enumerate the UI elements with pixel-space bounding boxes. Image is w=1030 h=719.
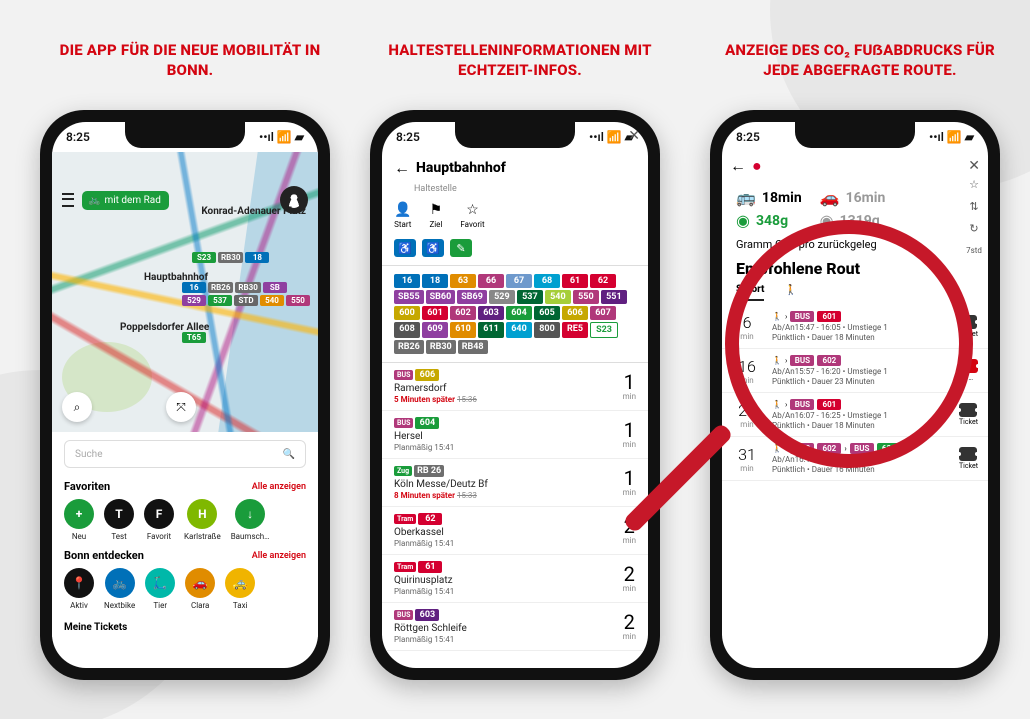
back-icon[interactable]: ←: [394, 158, 410, 178]
ticket-button[interactable]: Ticket: [959, 403, 978, 426]
tab-walk[interactable]: 🚶: [784, 284, 796, 301]
fav-item[interactable]: 🚲Nextbike: [104, 568, 135, 610]
swap-icon[interactable]: ⇅: [966, 198, 982, 214]
phone-2: 8:25 ••ıl 📶 ▰ ✕ ← Hauptbahnhof Haltestel…: [370, 110, 660, 680]
phone-1: 8:25 ••ıl 📶 ▰ 🚲 mit dem Rad Konrad-Adena…: [40, 110, 330, 680]
departure-row[interactable]: ZugRB 26Köln Messe/Deutz Bf8 Minuten spä…: [382, 459, 648, 507]
close-icon[interactable]: ✕: [968, 158, 980, 174]
route-entry[interactable]: 31min🚶›BUS602›BUS632Ab/An16:12 - 16:28 •…: [722, 437, 988, 481]
ticket-button[interactable]: Ticket: [959, 315, 978, 338]
station-title: Hauptbahnhof: [416, 160, 506, 176]
map-badges-1[interactable]: S23RB3018: [192, 252, 312, 263]
departure-row[interactable]: Tram61QuirinusplatzPlanmäßig 15:412min: [382, 555, 648, 603]
fav-item[interactable]: +Neu: [64, 499, 94, 541]
ticket-button[interactable]: T…: [960, 359, 978, 382]
phone-3: 8:25 ••ıl 📶 ▰ ← ● ✕ ☆ ⇅ ↻ 7std 🚌18min ◉3…: [710, 110, 1000, 680]
map-badges-3[interactable]: T65: [182, 332, 232, 343]
accessibility-icon: ✎: [450, 239, 472, 257]
search-icon: 🔍: [283, 449, 295, 460]
transit-co2: 348g: [756, 213, 788, 229]
fav-item[interactable]: 🚗Clara: [185, 568, 215, 610]
departure-row[interactable]: BUS603Röttgen SchleifePlanmäßig 15:412mi…: [382, 603, 648, 651]
station-action[interactable]: ☆Favorit: [460, 202, 484, 229]
status-time: 8:25: [66, 130, 90, 144]
fav-item[interactable]: FFavorit: [144, 499, 174, 541]
station-action[interactable]: ⚑Ziel: [429, 202, 442, 229]
accessibility-icon: ♿: [422, 239, 444, 257]
star-icon[interactable]: ☆: [966, 176, 982, 192]
map-label-konrad: Konrad-Adenauer Platz: [201, 206, 306, 217]
discover-row: 📍Aktiv 🚲Nextbike 🛴Tier 🚗Clara 🚕Taxi: [64, 568, 306, 610]
fav-title: Favoriten: [64, 480, 110, 493]
co2-note: Gramm CO2 pro zurückgeleg: [722, 238, 988, 259]
fav-item[interactable]: 📍Aktiv: [64, 568, 94, 610]
headline-1: DIE APP FÜR DIE NEUE MOBILITÄT IN BONN.: [40, 40, 340, 90]
discover-title: Bonn entdecken: [64, 549, 144, 562]
route-entry[interactable]: 16min🚶›BUS602Ab/An15:57 - 16:20 • Umstie…: [722, 349, 988, 393]
station-actions: 👤Start ⚑Ziel ☆Favorit: [382, 194, 648, 239]
accessibility-icon: ♿: [394, 239, 416, 257]
bike-mode-toggle[interactable]: 🚲 mit dem Rad: [82, 191, 169, 210]
map[interactable]: 🚲 mit dem Rad Konrad-Adenauer Platz Haup…: [52, 152, 318, 432]
compass-button[interactable]: ⌕: [62, 392, 92, 422]
station-action[interactable]: 👤Start: [394, 202, 411, 229]
back-icon[interactable]: ←: [730, 156, 746, 176]
co2-icon: ◉: [820, 211, 834, 230]
discover-showall[interactable]: Alle anzeigen: [252, 551, 306, 561]
transit-time: 18min: [762, 190, 802, 206]
mytickets-title: Meine Tickets: [64, 622, 306, 633]
close-icon[interactable]: ✕: [628, 128, 640, 144]
map-badges-2[interactable]: 16RB26RB30SB529537STD540550: [182, 282, 312, 306]
leaf-icon: ◉: [736, 211, 750, 230]
station-subtitle: Haltestelle: [382, 184, 648, 194]
origin-marker-icon: ●: [752, 156, 762, 176]
departures-list: BUS606Ramersdorf5 Minuten später 15:361m…: [382, 363, 648, 651]
fav-item[interactable]: HKarlstraße: [184, 499, 221, 541]
status-icons: ••ıl 📶 ▰: [259, 130, 304, 144]
route-entry[interactable]: 6min🚶›BUS601Ab/An15:47 - 16:05 • Umstieg…: [722, 305, 988, 349]
7std-label: 7std: [966, 242, 982, 258]
car-time: 16min: [846, 190, 886, 206]
lines-grid[interactable]: 1618636667686162SB55SB60SB69529537540550…: [382, 265, 648, 363]
headline-2: HALTESTELLENINFORMATIONEN MIT ECHTZEIT-I…: [370, 40, 670, 90]
headline-3: ANZEIGE DES CO₂ FUẞABDRUCKS FÜR JEDE ABG…: [710, 40, 1010, 90]
refresh-icon[interactable]: ↻: [966, 220, 982, 236]
tab-sofort[interactable]: Sofort: [736, 284, 764, 301]
departure-row[interactable]: BUS606Ramersdorf5 Minuten später 15:361m…: [382, 363, 648, 411]
ticket-button[interactable]: Ticket: [959, 447, 978, 470]
departure-row[interactable]: Tram62OberkasselPlanmäßig 15:412min: [382, 507, 648, 555]
routes-title: Empfohlene Rout: [722, 259, 988, 284]
car-icon: 🚗: [820, 188, 840, 207]
fav-showall[interactable]: Alle anzeigen: [252, 482, 306, 492]
departure-row[interactable]: BUS604HerselPlanmäßig 15:411min: [382, 411, 648, 459]
route-entry[interactable]: 26min🚶›BUS601Ab/An16:07 - 16:25 • Umstie…: [722, 393, 988, 437]
accessibility-row: ♿ ♿ ✎: [382, 239, 648, 265]
fav-item[interactable]: ↓Baumsch…: [231, 499, 270, 541]
fav-item[interactable]: 🚕Taxi: [225, 568, 255, 610]
car-co2: 1319g: [840, 213, 880, 229]
fav-item[interactable]: 🛴Tier: [145, 568, 175, 610]
favorites-row: +Neu TTest FFavorit HKarlstraße ↓Baumsch…: [64, 499, 306, 541]
fav-item[interactable]: TTest: [104, 499, 134, 541]
locate-button[interactable]: ⤧: [166, 392, 196, 422]
routes-list: 6min🚶›BUS601Ab/An15:47 - 16:05 • Umstieg…: [722, 305, 988, 481]
search-input[interactable]: Suche🔍: [64, 440, 306, 468]
transit-icon: 🚌: [736, 188, 756, 207]
menu-icon[interactable]: [62, 193, 74, 207]
